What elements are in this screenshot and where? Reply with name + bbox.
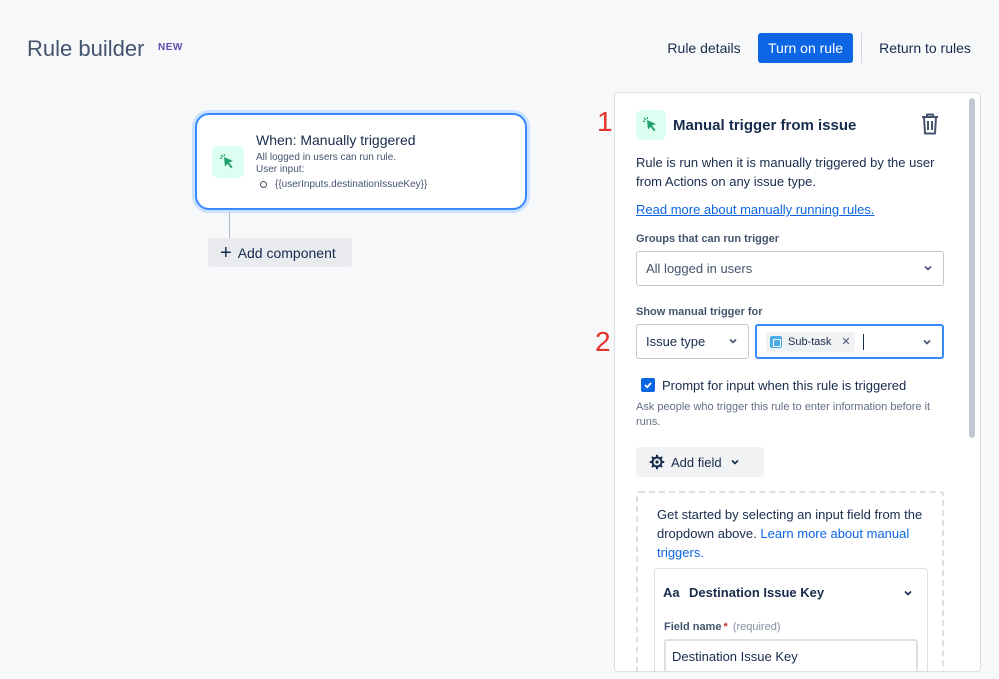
annotation-2: 2 xyxy=(595,326,611,357)
input-field-card: Aa Destination Issue Key Field name * (re… xyxy=(654,568,928,671)
remove-tag-icon[interactable]: ✕ xyxy=(841,335,850,348)
prompt-help-text: Ask people who trigger this rule to ente… xyxy=(636,401,931,428)
input-field-title: Destination Issue Key xyxy=(689,585,825,600)
trigger-title: When: Manually triggered xyxy=(256,132,416,148)
chevron-down-icon xyxy=(729,338,737,344)
subtask-icon xyxy=(770,335,782,348)
subtask-tag-label: Sub-task xyxy=(788,335,832,348)
connector-line xyxy=(229,212,230,238)
required-hint: (required) xyxy=(732,621,781,633)
new-badge: NEW xyxy=(158,42,183,53)
checkmark-icon xyxy=(644,382,652,389)
issue-type-select-value: Issue type xyxy=(646,334,706,349)
chevron-down-icon xyxy=(923,339,931,345)
field-name-label-text: Field name xyxy=(664,621,722,633)
field-name-label: Field name * (required) xyxy=(664,621,781,633)
trigger-input-item: {{userInputs.destinationIssueKey}} xyxy=(260,179,427,190)
field-name-input[interactable]: Destination Issue Key xyxy=(664,639,918,671)
text-caret xyxy=(862,333,864,350)
prompt-input-label[interactable]: Prompt for input when this rule is trigg… xyxy=(662,378,906,393)
panel-description: Rule is run when it is manually triggere… xyxy=(636,155,935,189)
trigger-user-input-label: User input: xyxy=(256,164,305,175)
trash-icon[interactable] xyxy=(919,112,941,136)
text-field-icon: Aa xyxy=(663,585,680,600)
rule-details-button[interactable]: Rule details xyxy=(660,33,748,63)
panel-title: Manual trigger from issue xyxy=(673,117,857,134)
trigger-card[interactable]: When: Manually triggered All logged in u… xyxy=(195,113,527,210)
empty-state-text: Get started by selecting an input field … xyxy=(657,505,927,562)
header-divider xyxy=(861,33,862,63)
cursor-click-icon xyxy=(212,146,244,178)
read-more-link[interactable]: Read more about manually running rules. xyxy=(636,202,874,217)
issue-type-select[interactable]: Issue type xyxy=(636,324,749,359)
groups-select[interactable]: All logged in users xyxy=(636,251,944,286)
input-fields-area: Get started by selecting an input field … xyxy=(636,491,944,671)
page-title: Rule builder xyxy=(27,36,145,61)
turn-on-rule-button[interactable]: Turn on rule xyxy=(758,33,853,63)
cursor-click-icon xyxy=(636,110,666,140)
gear-icon xyxy=(649,454,665,470)
return-to-rules-button[interactable]: Return to rules xyxy=(872,33,978,63)
annotation-1: 1 xyxy=(597,106,613,137)
scrollbar-thumb[interactable] xyxy=(969,98,975,438)
plus-icon: + xyxy=(220,241,232,264)
chevron-down-icon xyxy=(731,459,739,465)
add-field-label: Add field xyxy=(671,454,722,470)
required-mark: * xyxy=(723,621,728,633)
trigger-config-panel: Manual trigger from issue Rule is run wh… xyxy=(614,92,981,672)
groups-label: Groups that can run trigger xyxy=(636,233,780,245)
panel-scrollbar[interactable] xyxy=(968,95,978,669)
add-field-button[interactable]: Add field xyxy=(636,447,764,477)
issue-type-multiselect[interactable]: Sub-task ✕ xyxy=(755,324,944,359)
show-trigger-label: Show manual trigger for xyxy=(636,306,763,318)
groups-select-value: All logged in users xyxy=(646,261,753,276)
prompt-input-checkbox[interactable] xyxy=(641,378,655,392)
chevron-down-icon xyxy=(924,265,932,271)
subtask-tag: Sub-task ✕ xyxy=(766,331,855,352)
add-component-label: Add component xyxy=(237,244,336,261)
add-component-button[interactable]: + Add component xyxy=(208,238,352,267)
chevron-down-icon[interactable] xyxy=(903,588,913,598)
trigger-permission-text: All logged in users can run rule. xyxy=(256,152,397,163)
